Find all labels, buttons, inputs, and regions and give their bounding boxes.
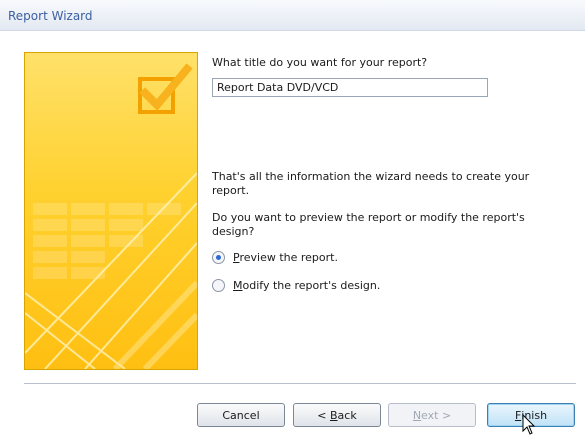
next-label-rest: ext > — [421, 408, 452, 422]
footer-divider — [24, 383, 576, 385]
wizard-info-text: That's all the information the wizard ne… — [212, 170, 530, 197]
report-wizard-dialog: Report Wizard What title do you want for… — [0, 0, 585, 443]
cancel-button[interactable]: Cancel — [197, 403, 285, 427]
modify-design-radio[interactable] — [212, 279, 225, 292]
back-label-rest: ack — [337, 408, 357, 422]
report-title-input[interactable] — [212, 78, 488, 97]
modify-design-label: Modify the report's design. — [233, 279, 380, 292]
preview-report-label: Preview the report. — [233, 251, 338, 264]
window-title: Report Wizard — [8, 9, 93, 23]
report-title-question: What title do you want for your report? — [212, 56, 428, 69]
next-mnemonic: N — [412, 408, 422, 422]
preview-report-radio[interactable] — [212, 251, 225, 264]
mouse-pointer-icon — [522, 414, 536, 435]
checkbox-check-icon — [138, 63, 193, 114]
wizard-art-graphic — [25, 63, 197, 369]
preview-report-option[interactable]: Preview the report. — [212, 251, 338, 264]
back-button[interactable]: < Back — [293, 403, 381, 427]
modify-design-option[interactable]: Modify the report's design. — [212, 279, 380, 292]
next-button[interactable]: Next > — [388, 403, 476, 427]
modify-design-mnemonic: M — [233, 279, 243, 292]
back-prefix: < — [317, 408, 327, 422]
preview-or-modify-prompt: Do you want to preview the report or mod… — [212, 211, 525, 238]
back-mnemonic: B — [330, 408, 338, 422]
modify-design-label-rest: odify the report's design. — [242, 279, 381, 292]
report-wizard-art-icon — [24, 52, 198, 370]
title-bar[interactable]: Report Wizard — [0, 0, 585, 31]
preview-report-label-rest: review the report. — [239, 251, 338, 264]
